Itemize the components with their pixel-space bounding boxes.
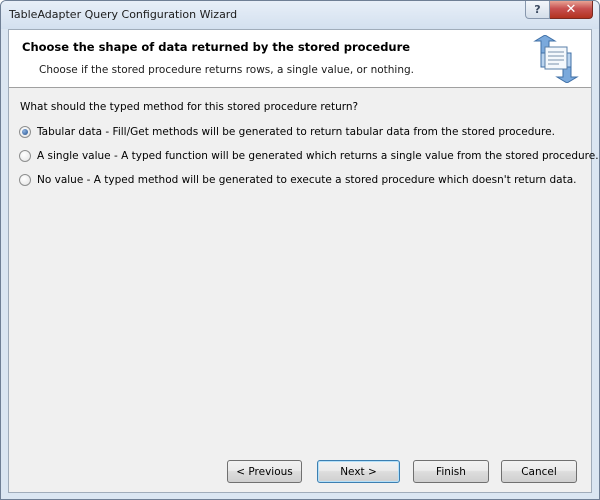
option-single-value-label: A single value - A typed function will b… — [37, 150, 599, 162]
help-button[interactable]: ? — [525, 1, 550, 19]
option-no-value[interactable]: No value - A typed method will be genera… — [19, 172, 577, 188]
wizard-data-transfer-icon — [533, 35, 579, 83]
help-icon: ? — [534, 3, 541, 16]
radio-no-value[interactable] — [19, 174, 31, 186]
title-bar[interactable]: TableAdapter Query Configuration Wizard … — [1, 1, 599, 29]
wizard-header: Choose the shape of data returned by the… — [9, 30, 591, 88]
close-button[interactable]: ✕ — [550, 1, 593, 19]
return-type-question: What should the typed method for this st… — [20, 101, 359, 113]
previous-button[interactable]: < Previous — [227, 460, 302, 483]
radio-tabular-data[interactable] — [19, 126, 31, 138]
option-tabular-data[interactable]: Tabular data - Fill/Get methods will be … — [19, 124, 555, 140]
wizard-window: TableAdapter Query Configuration Wizard … — [0, 0, 600, 500]
caption-buttons: ? ✕ — [525, 1, 593, 20]
cancel-button[interactable]: Cancel — [501, 460, 577, 483]
page-title: Choose the shape of data returned by the… — [22, 40, 411, 54]
close-icon: ✕ — [565, 2, 577, 17]
page-subtitle: Choose if the stored procedure returns r… — [39, 64, 415, 76]
option-single-value[interactable]: A single value - A typed function will b… — [19, 148, 599, 164]
next-button[interactable]: Next > — [317, 460, 400, 483]
wizard-client-area: Choose the shape of data returned by the… — [8, 29, 599, 493]
option-no-value-label: No value - A typed method will be genera… — [37, 174, 577, 186]
finish-button[interactable]: Finish — [413, 460, 489, 483]
radio-single-value[interactable] — [19, 150, 31, 162]
option-tabular-data-label: Tabular data - Fill/Get methods will be … — [37, 126, 555, 138]
window-title: TableAdapter Query Configuration Wizard — [9, 8, 238, 21]
